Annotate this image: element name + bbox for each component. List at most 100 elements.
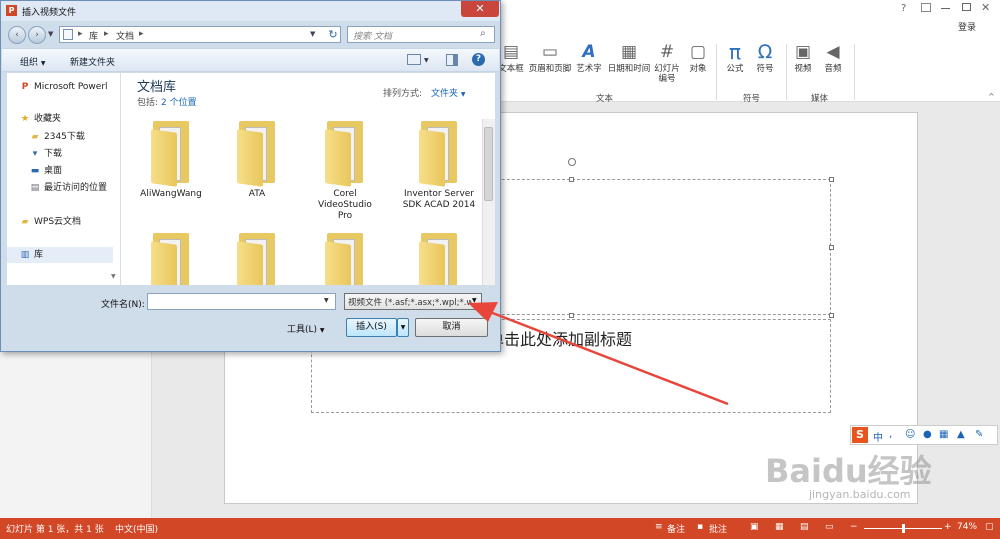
comments-button[interactable]: 批注: [709, 522, 727, 535]
minimize-icon[interactable]: [941, 8, 950, 9]
address-dropdown-icon[interactable]: ▼: [310, 30, 315, 38]
folder-item[interactable]: [135, 229, 207, 285]
filetype-select[interactable]: 视频文件 (*.asf;*.asx;*.wpl;*.wi ▼: [344, 293, 482, 310]
folder-icon: [323, 229, 367, 285]
wordart-button[interactable]: A 艺术字: [574, 42, 604, 74]
ribbon-display-icon[interactable]: [921, 3, 931, 12]
folder-icon: [235, 229, 279, 285]
ime-skin-icon[interactable]: ▲: [957, 429, 965, 440]
address-bar[interactable]: ▸ 库 ▸ 文档 ▸ ▼: [59, 26, 341, 43]
nav-item-desktop[interactable]: ▬ 桌面: [29, 163, 62, 179]
nav-item-favorites[interactable]: ★ 收藏夹: [19, 111, 61, 127]
audio-button[interactable]: ◀ 音频: [820, 42, 846, 74]
forward-arrow-icon[interactable]: ›: [28, 26, 46, 44]
folder-item[interactable]: AliWangWang: [135, 117, 207, 200]
breadcrumb-library[interactable]: 库: [89, 29, 98, 42]
nav-item-recent-places[interactable]: ▤ 最近访问的位置: [29, 180, 107, 196]
refresh-icon[interactable]: ↻: [325, 27, 341, 42]
login-link[interactable]: 登录: [958, 20, 976, 33]
resize-handle[interactable]: [829, 245, 834, 250]
help-icon[interactable]: ?: [472, 53, 485, 66]
ime-keyboard-icon[interactable]: ▦: [939, 429, 948, 440]
ime-punctuation-icon[interactable]: ,: [889, 429, 892, 440]
cancel-button[interactable]: 取消: [415, 318, 488, 337]
header-footer-button[interactable]: ▭ 页眉和页脚: [526, 42, 574, 74]
sogou-logo-icon[interactable]: S: [852, 427, 868, 443]
view-options-icon[interactable]: [407, 54, 421, 65]
resize-handle[interactable]: [829, 313, 834, 318]
insert-options-dropdown[interactable]: ▼: [397, 318, 409, 337]
folder-icon: [323, 117, 367, 187]
breadcrumb-documents[interactable]: 文档: [116, 29, 134, 42]
object-button[interactable]: ▢ 对象: [684, 42, 712, 74]
ime-language-toggle[interactable]: 中: [873, 429, 883, 444]
nav-item-powerpoint[interactable]: P Microsoft Powerl: [19, 79, 108, 95]
folder-item[interactable]: Corel VideoStudio Pro: [309, 117, 381, 222]
restore-icon[interactable]: [962, 3, 971, 11]
nav-item-wps-cloud[interactable]: ▰ WPS云文档: [19, 214, 82, 230]
notes-button[interactable]: 备注: [667, 522, 685, 535]
sort-dropdown[interactable]: 文件夹 ▼: [431, 86, 466, 99]
ribbon-separator: [854, 44, 855, 100]
organize-menu[interactable]: 组织 ▼: [20, 55, 46, 68]
ime-voice-icon[interactable]: ●: [923, 429, 932, 440]
search-placeholder: 搜索 文档: [353, 32, 392, 42]
folder-item[interactable]: ATA: [221, 117, 293, 200]
tools-menu[interactable]: 工具(L) ▼: [287, 322, 325, 335]
zoom-level[interactable]: 74%: [957, 522, 977, 532]
chevron-down-icon: ▼: [460, 91, 466, 98]
normal-view-icon[interactable]: ▣: [750, 522, 759, 532]
sorter-view-icon[interactable]: ▦: [775, 522, 784, 532]
zoom-in-icon[interactable]: +: [944, 522, 952, 532]
resize-handle[interactable]: [829, 177, 834, 182]
library-locations-link[interactable]: 2 个位置: [161, 95, 197, 108]
chevron-down-icon[interactable]: ▼: [424, 57, 429, 64]
subtitle-text[interactable]: 单击此处添加副标题: [488, 326, 632, 350]
language-indicator[interactable]: 中文(中国): [115, 522, 158, 535]
folder-item[interactable]: Inventor Server SDK ACAD 2014: [397, 117, 481, 211]
nav-scroll-down-icon[interactable]: ▼: [111, 273, 116, 280]
ribbon-separator: [716, 44, 717, 100]
close-window-icon[interactable]: ✕: [981, 1, 990, 14]
nav-item-libraries[interactable]: ▥ 库: [7, 247, 113, 263]
notes-icon[interactable]: ≡: [655, 522, 663, 532]
insert-button[interactable]: 插入(S): [346, 318, 397, 337]
symbol-button[interactable]: Ω 符号: [752, 42, 778, 74]
fit-slide-icon[interactable]: ▢: [985, 522, 994, 532]
ime-emoji-icon[interactable]: ☺: [905, 429, 915, 440]
library-title: 文档库: [137, 80, 177, 95]
recent-locations-dropdown-icon[interactable]: ▼: [48, 30, 53, 38]
folder-item[interactable]: [221, 229, 293, 285]
slide-number-button[interactable]: # 幻灯片 编号: [652, 42, 682, 84]
help-icon[interactable]: ?: [901, 3, 906, 14]
new-folder-button[interactable]: 新建文件夹: [70, 55, 115, 68]
rotate-handle[interactable]: [568, 158, 576, 166]
dialog-close-button[interactable]: ✕: [461, 1, 499, 17]
audio-icon: ◀: [826, 42, 840, 62]
zoom-out-icon[interactable]: −: [850, 522, 858, 532]
equation-button[interactable]: π 公式: [722, 42, 748, 74]
folder-item[interactable]: [403, 229, 475, 285]
header-footer-icon: ▭: [541, 42, 559, 62]
preview-pane-icon[interactable]: [446, 54, 458, 66]
resize-handle[interactable]: [569, 313, 574, 318]
filename-input[interactable]: ▼: [147, 293, 336, 310]
resize-handle[interactable]: [569, 177, 574, 182]
nav-item-downloads[interactable]: ▾ 下载: [29, 146, 62, 162]
search-icon[interactable]: ⌕: [480, 28, 486, 39]
search-input[interactable]: 搜索 文档 ⌕: [347, 26, 495, 43]
folder-item[interactable]: [309, 229, 381, 285]
reading-view-icon[interactable]: ▤: [800, 522, 809, 532]
nav-item-2345-downloads[interactable]: ▰ 2345下载: [29, 129, 85, 145]
zoom-slider-thumb[interactable]: [902, 524, 905, 533]
folder-icon: [417, 117, 461, 187]
datetime-button[interactable]: ▦ 日期和时间: [606, 42, 652, 74]
collapse-ribbon-icon[interactable]: ^: [988, 92, 995, 101]
comments-icon[interactable]: ▪: [697, 522, 703, 532]
scrollbar-thumb[interactable]: [484, 127, 493, 201]
ime-tools-icon[interactable]: ✎: [975, 429, 983, 440]
back-arrow-icon[interactable]: ‹: [8, 26, 26, 44]
video-button[interactable]: ▣ 视频: [790, 42, 816, 74]
chevron-down-icon[interactable]: ▼: [324, 297, 329, 304]
slideshow-view-icon[interactable]: ▭: [825, 522, 834, 532]
